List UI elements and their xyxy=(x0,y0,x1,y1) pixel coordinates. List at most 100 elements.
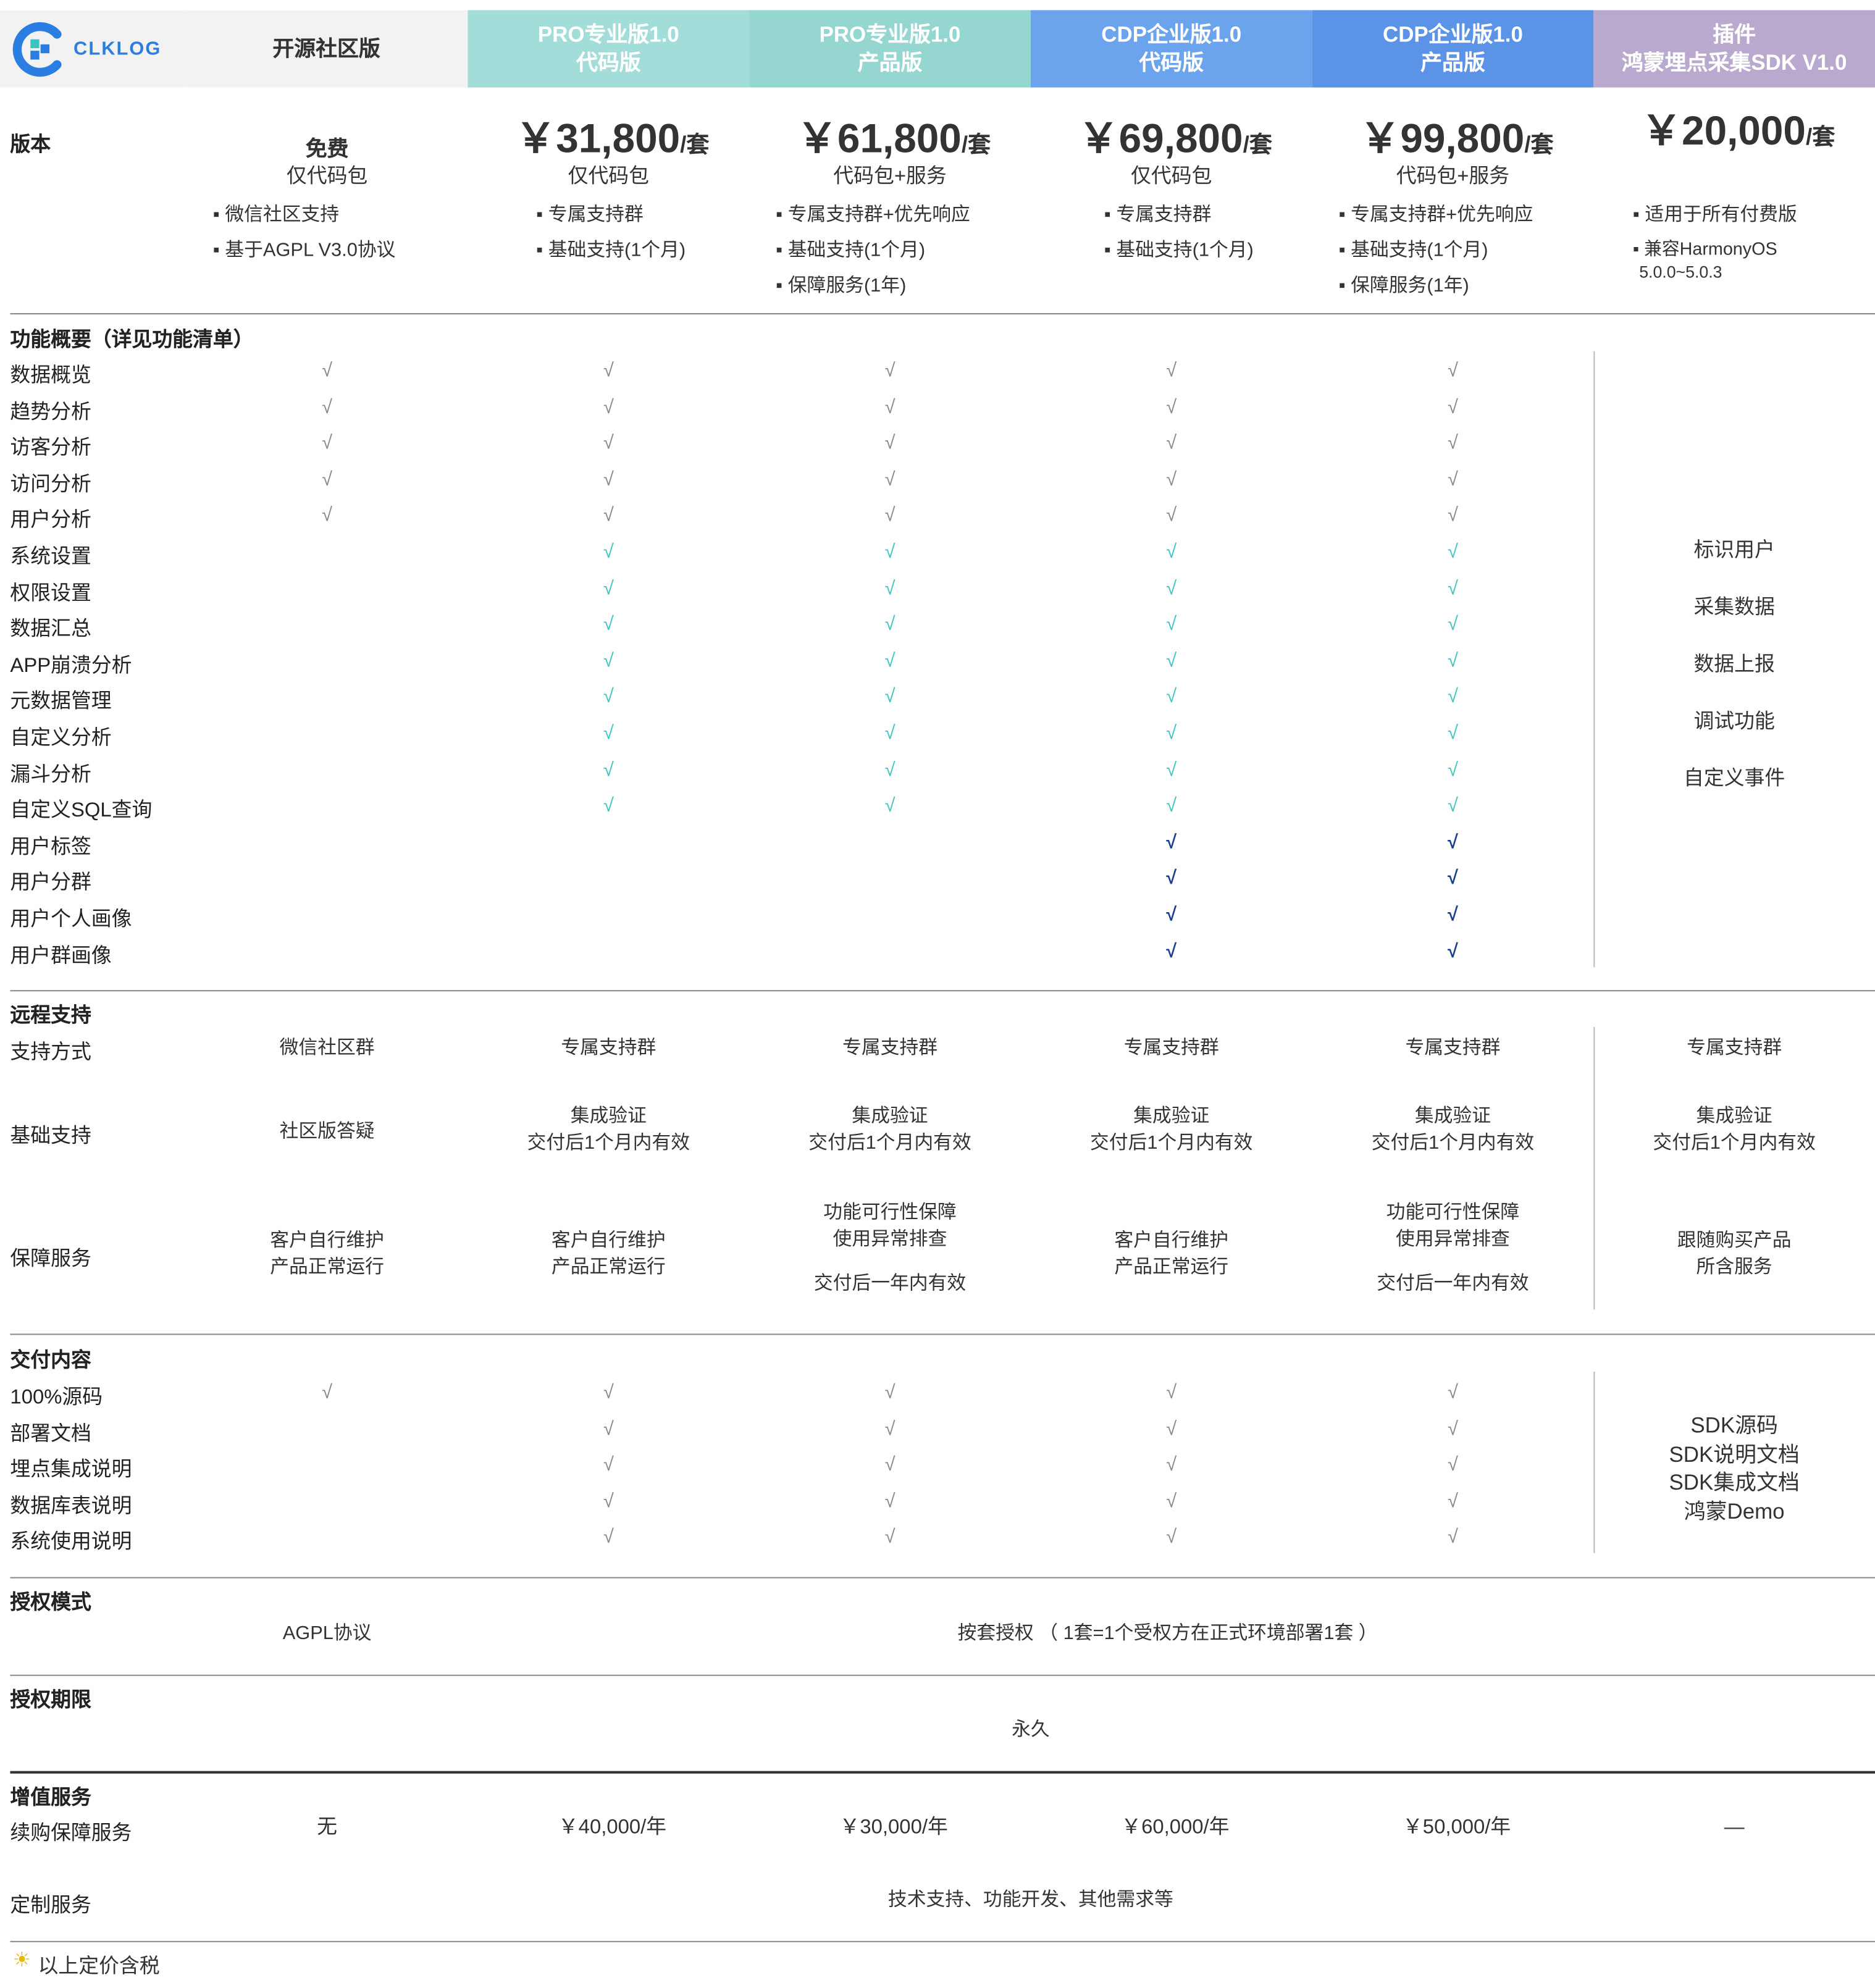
price-bullet: ▪ 基础支持(1个月) xyxy=(776,239,926,261)
price-amount: ￥99,800 xyxy=(1359,115,1525,161)
check-icon: √ xyxy=(1447,1418,1458,1440)
check-icon: √ xyxy=(884,758,896,781)
divider xyxy=(10,313,1875,315)
column-header-title: 插件 xyxy=(1713,22,1756,46)
remote-cell-line: 交付后1个月内有效 xyxy=(1653,1132,1816,1154)
column-header-subtitle: 产品版 xyxy=(1420,50,1485,75)
remote-cell-line: 产品正常运行 xyxy=(270,1256,384,1278)
check-icon: √ xyxy=(1447,758,1458,781)
check-icon: √ xyxy=(1447,577,1458,600)
check-icon: √ xyxy=(884,686,896,708)
remote-cell: 集成验证交付后1个月内有效 xyxy=(1653,1103,1815,1156)
check-icon: √ xyxy=(1447,1490,1458,1512)
remote-cell: 社区版答疑 xyxy=(280,1118,375,1145)
remote-cell-line: 集成验证 xyxy=(570,1105,647,1127)
remote-cell: 集成验证 交付后1个月内有效 xyxy=(1372,1103,1534,1156)
check-icon: √ xyxy=(884,723,896,744)
check-icon: √ xyxy=(1166,650,1177,672)
remote-cell-line: 使用异常排查 xyxy=(1396,1228,1510,1251)
divider xyxy=(10,990,1875,992)
delivery-name: 埋点集成说明 xyxy=(10,1459,132,1481)
remote-cell-line: 使用异常排查 xyxy=(833,1228,947,1251)
price-sub: 仅代码包 xyxy=(1131,166,1212,188)
price: ￥31,800/套 xyxy=(516,106,710,164)
price: ￥99,800/套 xyxy=(1360,106,1554,164)
check-icon: √ xyxy=(1166,867,1177,889)
price-bullet: ▪ 专属支持群 xyxy=(1104,204,1212,226)
feature-name: 数据概览 xyxy=(10,365,91,387)
price-bullet: ▪ 保障服务(1年) xyxy=(1338,275,1469,297)
free-bullet: ▪ 微信社区支持 xyxy=(212,204,340,226)
remote-cell-line: 集成验证 xyxy=(1133,1105,1210,1127)
value-added-title: 增值服务 xyxy=(10,1787,91,1810)
remote-cell-line: 客户自行维护 xyxy=(551,1230,666,1252)
renewal-label: 续购保障服务 xyxy=(10,1822,132,1845)
remote-cell: 专属支持群 xyxy=(1124,1034,1219,1061)
remote-cell: 跟随购买产品 所含服务 xyxy=(1677,1227,1792,1280)
free-bullet: ▪ 基于AGPL V3.0协议 xyxy=(212,239,396,261)
clklog-logo-icon xyxy=(12,21,62,77)
check-icon: √ xyxy=(322,1382,333,1404)
check-icon: √ xyxy=(884,1490,896,1512)
column-header: CDP企业版1.0 产品版 xyxy=(1312,10,1594,88)
check-icon: √ xyxy=(1166,1418,1177,1440)
remote-cell-line: 专属支持群 xyxy=(842,1037,938,1059)
check-icon: √ xyxy=(1166,1454,1177,1476)
check-icon: √ xyxy=(884,795,896,817)
column-header-title: 开源社区版 xyxy=(272,36,380,61)
check-icon: √ xyxy=(1447,469,1458,490)
check-icon: √ xyxy=(1166,758,1177,781)
check-icon: √ xyxy=(884,469,896,490)
check-icon: √ xyxy=(1166,359,1177,382)
feature-name: 用户分析 xyxy=(10,510,91,532)
remote-cell-line: 交付后一年内有效 xyxy=(1377,1272,1529,1294)
remote-row-name: 支持方式 xyxy=(10,1042,91,1064)
check-icon: √ xyxy=(884,577,896,600)
price-amount: ￥61,800 xyxy=(797,115,962,161)
check-icon: √ xyxy=(1447,831,1458,853)
renewal-cell: ￥40,000/年 xyxy=(558,1816,667,1839)
divider xyxy=(10,1940,1875,1942)
check-icon: √ xyxy=(1166,795,1177,817)
footnote: 以上定价含税 xyxy=(38,1956,160,1978)
remote-cell-line: 专属支持群 xyxy=(1405,1037,1501,1059)
price-unit: /套 xyxy=(680,132,710,157)
delivery-plugin-item: SDK集成文档 xyxy=(1669,1470,1800,1495)
check-icon: √ xyxy=(322,359,333,382)
feature-name: 自定义分析 xyxy=(10,728,112,750)
feature-name: 系统设置 xyxy=(10,546,91,568)
remote-cell: 集成验证 交付后1个月内有效 xyxy=(808,1103,971,1156)
delivery-plugin-item: 鸿蒙Demo xyxy=(1684,1499,1785,1524)
remote-cell-line: 集成验证 xyxy=(1696,1105,1772,1127)
check-icon: √ xyxy=(1166,613,1177,635)
license-mode-paid: 按套授权 （ 1套=1个受权方在正式环境部署1套 ） xyxy=(957,1622,1378,1645)
check-icon: √ xyxy=(884,613,896,635)
remote-cell-line: 功能可行性保障 xyxy=(823,1201,957,1223)
remote-cell: 专属支持群 xyxy=(842,1034,938,1061)
feature-name: 用户分群 xyxy=(10,873,91,894)
check-icon: √ xyxy=(1166,1382,1177,1404)
remote-row-name: 保障服务 xyxy=(10,1248,91,1270)
check-icon: √ xyxy=(603,686,614,708)
check-icon: √ xyxy=(1447,359,1458,382)
delivery-name: 部署文档 xyxy=(10,1423,91,1445)
check-icon: √ xyxy=(884,1418,896,1440)
remote-cell: 客户自行维护 产品正常运行 xyxy=(1114,1227,1228,1280)
check-icon: √ xyxy=(603,795,614,817)
remote-cell: 客户自行维护 产品正常运行 xyxy=(270,1227,384,1280)
check-icon: √ xyxy=(1447,396,1458,418)
check-icon: √ xyxy=(603,613,614,635)
feature-name: 用户个人画像 xyxy=(10,908,132,931)
check-icon: √ xyxy=(603,723,614,744)
renewal-cell: ￥30,000/年 xyxy=(839,1816,948,1839)
price-sub: 仅代码包 xyxy=(568,166,650,188)
column-header-subtitle: 鸿蒙埋点采集SDK V1.0 xyxy=(1621,50,1847,75)
feature-name: 用户标签 xyxy=(10,836,91,858)
check-icon: √ xyxy=(884,505,896,527)
price: ￥69,800/套 xyxy=(1078,106,1272,164)
price-amount: ￥69,800 xyxy=(1078,115,1243,161)
remote-cell-line: 跟随购买产品 xyxy=(1677,1230,1792,1252)
remote-cell-line: 客户自行维护 xyxy=(1114,1230,1229,1252)
check-icon: √ xyxy=(603,505,614,527)
price-bullet: ▪ 基础支持(1个月) xyxy=(1104,239,1254,261)
